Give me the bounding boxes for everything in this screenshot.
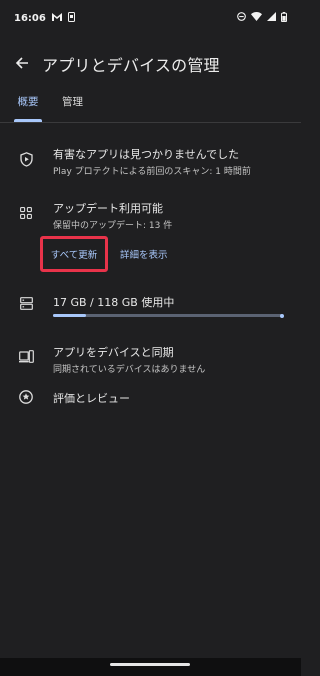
storage-icon bbox=[18, 295, 34, 311]
gmail-icon bbox=[51, 12, 62, 24]
storage-progress-bar bbox=[53, 313, 284, 318]
home-gesture-handle[interactable] bbox=[110, 663, 190, 666]
page-title: アプリとデバイスの管理 bbox=[42, 56, 220, 75]
protect-subtitle: Play プロテクトによる前回のスキャン: 1 時間前 bbox=[53, 167, 251, 177]
back-button[interactable] bbox=[2, 44, 42, 84]
updates-title: アップデート利用可能 bbox=[53, 202, 163, 215]
protect-title: 有害なアプリは見つかりませんでした bbox=[53, 148, 240, 161]
view-details-link[interactable]: 詳細を表示 bbox=[120, 247, 168, 261]
ratings-row[interactable]: 評価とレビュー bbox=[0, 386, 301, 408]
storage-progress-end-dot bbox=[280, 313, 284, 318]
sync-subtitle: 同期されているデバイスはありません bbox=[53, 365, 206, 375]
tab-bar: 概要 管理 bbox=[0, 88, 301, 123]
storage-progress-fill bbox=[53, 314, 87, 317]
device-sync-icon bbox=[18, 348, 34, 364]
tab-manage[interactable]: 管理 bbox=[62, 88, 83, 122]
update-all-button[interactable]: すべて更新 bbox=[40, 236, 108, 272]
play-protect-icon bbox=[18, 151, 34, 167]
signal-icon bbox=[267, 12, 276, 24]
dnd-icon bbox=[237, 12, 246, 24]
app-bar: アプリとデバイスの管理 bbox=[0, 44, 301, 84]
sync-title: アプリをデバイスと同期 bbox=[53, 346, 174, 359]
ratings-title: 評価とレビュー bbox=[53, 392, 130, 405]
play-protect-row[interactable]: 有害なアプリは見つかりませんでした Play プロテクトによる前回のスキャン: … bbox=[0, 140, 301, 180]
status-time: 16:06 bbox=[14, 12, 46, 24]
status-bar: 16:06 bbox=[0, 0, 301, 36]
battery-icon bbox=[281, 11, 287, 25]
updates-row[interactable]: アップデート利用可能 保留中のアップデート: 13 件 bbox=[0, 196, 301, 236]
tab-overview[interactable]: 概要 bbox=[14, 88, 42, 122]
navigation-bar bbox=[0, 658, 301, 676]
storage-title: 17 GB / 118 GB 使用中 bbox=[53, 296, 175, 309]
storage-row[interactable]: 17 GB / 118 GB 使用中 bbox=[0, 290, 301, 324]
star-circle-icon bbox=[18, 389, 34, 405]
updates-subtitle: 保留中のアップデート: 13 件 bbox=[53, 221, 173, 231]
arrow-back-icon bbox=[15, 55, 29, 74]
apps-grid-icon bbox=[18, 205, 34, 221]
wifi-icon bbox=[251, 12, 262, 24]
sync-row[interactable]: アプリをデバイスと同期 同期されているデバイスはありません bbox=[0, 340, 301, 380]
phone-notification-icon bbox=[67, 11, 75, 25]
